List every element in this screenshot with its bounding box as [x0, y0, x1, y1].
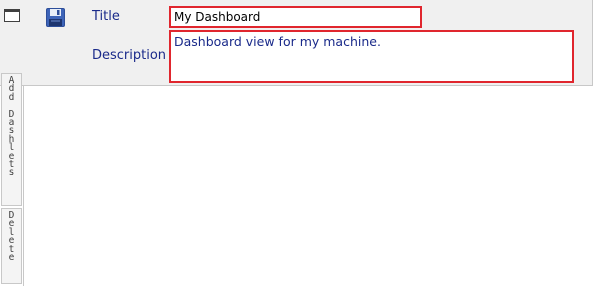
- title-label: Title: [92, 9, 120, 24]
- add-dashlets-button[interactable]: Add Dashlets: [1, 73, 22, 206]
- description-label: Description: [92, 48, 167, 63]
- save-icon[interactable]: [45, 7, 66, 28]
- window-icon[interactable]: [4, 9, 20, 22]
- delete-button[interactable]: Delete: [1, 208, 22, 284]
- dashboard-header: Title Description Dashboard view for my …: [0, 0, 593, 86]
- dashlet-sidebar: Add Dashlets Delete: [0, 73, 24, 286]
- title-input[interactable]: [169, 6, 422, 28]
- description-textarea[interactable]: Dashboard view for my machine.: [169, 30, 574, 83]
